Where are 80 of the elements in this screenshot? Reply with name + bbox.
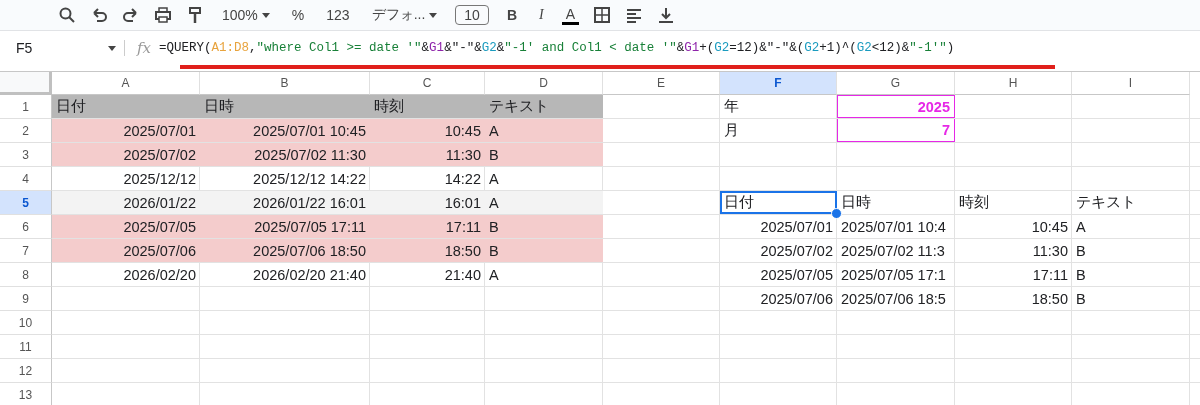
paint-roller-icon[interactable] xyxy=(186,6,204,24)
table-cell: 2025/07/02 11:30 xyxy=(200,143,370,166)
table-cell-text: 2025/07/05 17:1 xyxy=(840,265,947,285)
table-cell: 2025/07/01 xyxy=(52,119,200,142)
row-header[interactable]: 5 xyxy=(0,191,52,215)
table-cell-text: 17:11 xyxy=(1031,265,1069,285)
align-bottom-icon[interactable] xyxy=(657,6,675,24)
table-cell-text: A xyxy=(488,169,500,189)
table-cell-text: B xyxy=(1075,289,1087,309)
toolbar-button[interactable]: B xyxy=(502,7,521,23)
toolbar-button[interactable]: デフォ... xyxy=(367,6,442,24)
toolbar-button[interactable]: 100% xyxy=(218,7,274,23)
formula-input[interactable]: =QUERY(A1:D8,"where Col1 >= date '"&G1&"-"&G2&"-1' and Col1 < date '"&G1+(G2=12)&"-"&(G2+1)^(G2<12)&"-1'") xyxy=(159,41,955,55)
toolbar-button[interactable]: % xyxy=(287,7,309,23)
toolbar-button[interactable]: I xyxy=(535,7,548,23)
toolbar-button[interactable]: 10 xyxy=(455,5,489,25)
table-cell: B xyxy=(485,143,603,166)
table-cell: 2025/07/01 10:45 xyxy=(200,119,370,142)
active-cell[interactable]: 日付 xyxy=(720,191,837,214)
table-cell-text: 2025/07/01 10:4 xyxy=(840,217,947,237)
table-cell-text: 2025/12/12 14:22 xyxy=(252,169,367,189)
table-cell-text: 2026/02/20 xyxy=(122,265,197,285)
table-cell: 日時 xyxy=(200,95,370,118)
table-cell: A xyxy=(485,191,603,214)
table-cell-text: 14:22 xyxy=(443,169,482,189)
table-cell: B xyxy=(485,215,603,238)
table-cell-text: 2025/07/06 18:5 xyxy=(840,289,947,309)
column-header[interactable]: F xyxy=(720,72,837,95)
table-cell-text: 2025/12/12 xyxy=(122,169,197,189)
table-cell-text: 時刻 xyxy=(958,193,990,212)
undo-icon[interactable] xyxy=(90,6,108,24)
table-cell-text: 2025/07/02 xyxy=(759,241,834,261)
table-cell-text: A xyxy=(488,265,500,285)
toolbar-button[interactable]: A xyxy=(561,5,579,25)
caret-icon xyxy=(108,45,116,51)
table-cell-text: 18:50 xyxy=(1030,289,1069,309)
cell-reference: F5 xyxy=(16,40,33,56)
table-cell: 2025/07/02 xyxy=(52,143,200,166)
table-cell: 18:50 xyxy=(370,239,485,262)
table-cell: 2025/07/06 18:50 xyxy=(200,239,370,262)
table-cell: 7 xyxy=(837,119,955,142)
table-cell: 11:30 xyxy=(370,143,485,166)
table-cell: A xyxy=(485,119,603,142)
name-box[interactable]: F5 xyxy=(0,40,125,56)
table-cell: テキスト xyxy=(485,95,603,118)
table-cell: 2025/07/06 xyxy=(52,239,200,262)
table-cell: B xyxy=(485,239,603,262)
table-cell: 16:01 xyxy=(370,191,485,214)
table-cell: 2026/01/22 16:01 xyxy=(200,191,370,214)
table-cell-text: 10:45 xyxy=(1030,217,1069,237)
toolbar-button[interactable]: 123 xyxy=(322,7,354,23)
table-cell: 2025/07/05 xyxy=(52,215,200,238)
table-cell-text: B xyxy=(1075,265,1087,285)
fill-handle[interactable] xyxy=(831,208,842,219)
table-cell: 2025 xyxy=(837,95,955,118)
table-cell-text: 2025/07/06 xyxy=(759,289,834,309)
table-cell-text: 年 xyxy=(723,97,740,116)
search-icon[interactable] xyxy=(58,6,76,24)
table-cell-text: 日時 xyxy=(840,193,872,212)
table-cell: 17:11 xyxy=(370,215,485,238)
table-cell-text: 2025/07/01 xyxy=(759,217,834,237)
table-cell-text: B xyxy=(1075,241,1087,261)
table-cell-text: 21:40 xyxy=(443,265,482,285)
table-cell-text: 2025/07/02 11:3 xyxy=(840,241,946,261)
borders-icon[interactable] xyxy=(593,6,611,24)
table-cell-text: 11:30 xyxy=(1031,241,1069,261)
table-cell-text: テキスト xyxy=(1075,193,1137,212)
table-cell-text: 2025/07/05 xyxy=(759,265,834,285)
table-cell-text: 2026/02/20 21:40 xyxy=(252,265,367,285)
print-icon[interactable] xyxy=(154,6,172,24)
table-cell-text: 月 xyxy=(723,121,740,140)
table-cell: 日付 xyxy=(52,95,200,118)
table-cell: 10:45 xyxy=(370,119,485,142)
align-left-icon[interactable] xyxy=(625,6,643,24)
table-cell-text: A xyxy=(1075,217,1087,237)
table-cell: 時刻 xyxy=(370,95,485,118)
function-label: fx xyxy=(137,39,151,57)
table-cell: 2026/01/22 xyxy=(52,191,200,214)
redo-icon[interactable] xyxy=(122,6,140,24)
table-cell: 2025/07/05 17:11 xyxy=(200,215,370,238)
